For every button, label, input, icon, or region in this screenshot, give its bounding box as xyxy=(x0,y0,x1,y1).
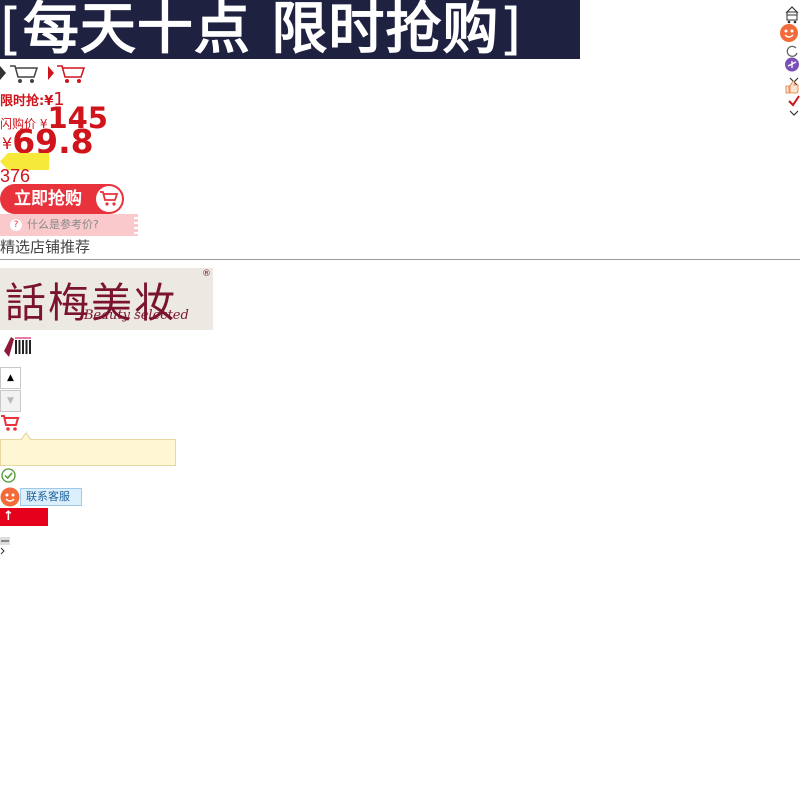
product-thumbnail[interactable] xyxy=(2,335,32,359)
cart-icon[interactable] xyxy=(784,9,800,24)
divider xyxy=(0,259,800,260)
refresh-icon[interactable] xyxy=(784,43,800,57)
scroll-up-button[interactable]: ▲ xyxy=(0,367,21,389)
service-face-icon[interactable] xyxy=(778,23,800,43)
reference-price-link[interactable]: ? 什么是参考价? xyxy=(0,214,138,236)
buy-cart-icon xyxy=(96,186,122,212)
promo-banner: [每天十点 限时抢购] xyxy=(0,0,580,59)
shop-recommend-title: 精选店铺推荐 xyxy=(0,238,91,256)
customer-service-label: 联系客服 xyxy=(20,488,82,506)
thumb-up-icon[interactable] xyxy=(784,79,800,94)
minus-icon[interactable] xyxy=(0,530,10,545)
chevron-right-icon[interactable] xyxy=(0,66,6,80)
buy-now-label: 立即抢购 xyxy=(14,189,82,209)
buy-now-button[interactable]: 立即抢购 xyxy=(0,184,124,214)
check-circle-icon xyxy=(1,468,16,483)
registered-mark: ® xyxy=(202,269,211,279)
ticket-edge xyxy=(134,214,138,236)
service-face-icon xyxy=(0,487,20,507)
cart-outline-icon[interactable] xyxy=(9,63,39,85)
banner-bracket-left: [ xyxy=(0,0,23,59)
shop-logo[interactable]: 話梅美妆 Beauty selected ® xyxy=(0,268,213,330)
right-sidebar xyxy=(778,0,800,116)
reference-price-label: 什么是参考价? xyxy=(27,218,99,231)
scroll-down-button[interactable]: ▼ xyxy=(0,390,21,412)
cart-red-icon[interactable] xyxy=(56,63,86,85)
cart-row xyxy=(0,62,100,86)
chevron-right-icon[interactable] xyxy=(48,66,54,80)
mini-cart-icon[interactable] xyxy=(0,413,20,433)
customer-service-button[interactable]: 联系客服 xyxy=(0,487,82,507)
chevron-down-icon[interactable] xyxy=(788,102,800,116)
tooltip-box xyxy=(0,439,176,466)
plane-icon[interactable] xyxy=(784,57,800,72)
tooltip-arrow-inner xyxy=(21,434,31,441)
shop-logo-en: Beauty selected xyxy=(84,308,189,323)
banner-bracket-right: ] xyxy=(499,0,523,59)
question-icon: ? xyxy=(10,219,22,231)
currency-symbol: ¥ xyxy=(2,134,13,153)
banner-title: 每天十点 限时抢购 xyxy=(22,0,500,59)
chevron-right-small-icon[interactable] xyxy=(0,540,6,555)
back-to-top-button[interactable]: ↑ xyxy=(0,508,48,526)
